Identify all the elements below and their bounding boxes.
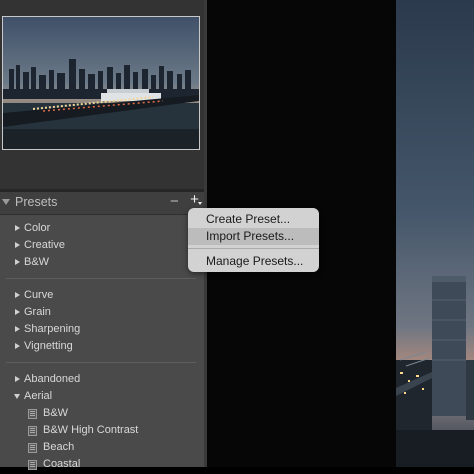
expand-arrow-icon[interactable] bbox=[15, 343, 20, 349]
preset-icon bbox=[28, 443, 37, 453]
preset-group-label: Grain bbox=[24, 306, 51, 318]
preset-group-label: Abandoned bbox=[24, 373, 81, 385]
expand-arrow-icon[interactable] bbox=[15, 242, 20, 248]
presets-header[interactable]: Presets − + bbox=[0, 192, 207, 215]
preset-item-label: B&W bbox=[43, 407, 69, 419]
preset-icon bbox=[28, 409, 37, 419]
menu-item-label: Import Presets... bbox=[206, 229, 295, 243]
plus-icon: + bbox=[190, 191, 199, 208]
navigator-preview[interactable] bbox=[2, 16, 200, 150]
menu-item-import-presets[interactable]: Import Presets... bbox=[188, 228, 319, 245]
menu-item-create-preset[interactable]: Create Preset... bbox=[188, 211, 319, 228]
preset-group-label: Color bbox=[24, 222, 51, 234]
expand-arrow-icon[interactable] bbox=[15, 259, 20, 265]
preset-group-label: Sharpening bbox=[24, 323, 81, 335]
navigator-thumbnail-image bbox=[3, 17, 199, 149]
menu-item-label: Manage Presets... bbox=[206, 254, 304, 268]
group-divider bbox=[6, 362, 196, 363]
expand-arrow-icon[interactable] bbox=[15, 225, 20, 231]
preset-item-label: B&W High Contrast bbox=[43, 424, 139, 436]
add-preset-button[interactable]: + bbox=[187, 192, 202, 208]
left-panel: Presets − + Color Creative B&W Curve Gra… bbox=[0, 0, 207, 470]
main-photo-view[interactable] bbox=[396, 0, 474, 467]
preset-group-label: Vignetting bbox=[24, 340, 73, 352]
group-divider bbox=[6, 278, 196, 279]
remove-preset-button[interactable]: − bbox=[170, 193, 179, 210]
preset-group-label: Curve bbox=[24, 289, 54, 301]
expand-arrow-icon[interactable] bbox=[15, 292, 20, 298]
menu-divider bbox=[188, 248, 319, 249]
preset-group-label: Creative bbox=[24, 239, 65, 251]
collapse-triangle-icon[interactable] bbox=[2, 199, 10, 205]
preset-add-menu: Create Preset... Import Presets... Manag… bbox=[188, 208, 319, 272]
presets-title: Presets bbox=[15, 195, 58, 209]
preset-group-label: Aerial bbox=[24, 390, 53, 402]
menu-item-manage-presets[interactable]: Manage Presets... bbox=[188, 253, 319, 270]
dropdown-caret-icon bbox=[198, 202, 202, 205]
navigator-panel bbox=[0, 0, 207, 191]
menu-item-label: Create Preset... bbox=[206, 212, 291, 226]
main-photo-image bbox=[396, 0, 474, 467]
collapse-arrow-icon[interactable] bbox=[14, 394, 20, 399]
preset-group-label: B&W bbox=[24, 256, 50, 268]
expand-arrow-icon[interactable] bbox=[15, 376, 20, 382]
preset-item-label: Coastal bbox=[43, 458, 81, 470]
expand-arrow-icon[interactable] bbox=[15, 326, 20, 332]
expand-arrow-icon[interactable] bbox=[15, 309, 20, 315]
preset-icon bbox=[28, 460, 37, 470]
preset-icon bbox=[28, 426, 37, 436]
preset-item-label: Beach bbox=[43, 441, 75, 453]
